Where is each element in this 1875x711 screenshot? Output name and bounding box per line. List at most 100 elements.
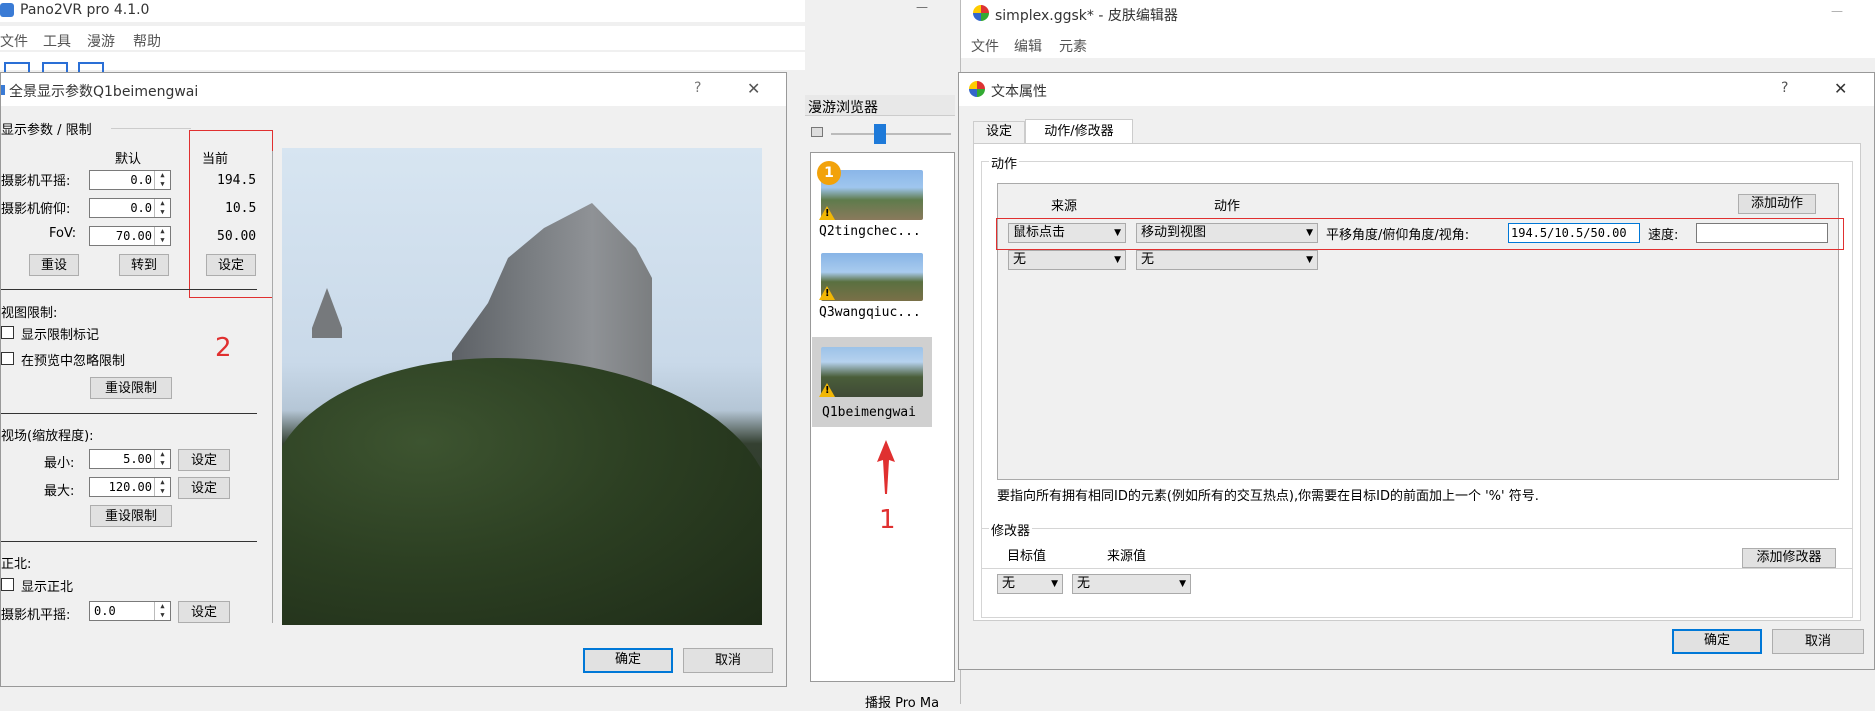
ignore-limit-preview-label: 在预览中忽略限制 — [21, 354, 126, 369]
close-icon[interactable]: ✕ — [1834, 79, 1847, 98]
max-fov-input[interactable]: 120.00 ▲ ▼ — [89, 477, 171, 497]
tour-browser-title: 漫游浏览器 — [808, 100, 878, 116]
show-north-label: 显示正北 — [21, 580, 74, 595]
panorama-thumbnail — [821, 347, 923, 397]
show-limit-marks-checkbox[interactable] — [1, 326, 14, 339]
minimize-icon[interactable]: — — [1831, 4, 1843, 18]
menu-file[interactable]: 文件 — [0, 31, 28, 51]
camera-tilt-default-input[interactable]: 0.0 ▲ ▼ — [89, 198, 171, 218]
col-source-value-label: 来源值 — [1107, 549, 1147, 564]
tab-action-modifier[interactable]: 动作/修改器 — [1025, 119, 1133, 144]
spin-arrows-icon[interactable]: ▲ ▼ — [154, 199, 170, 217]
dropdown-arrow-icon: ▼ — [1179, 579, 1186, 589]
skin-editor-icon — [969, 81, 985, 97]
skin-editor-icon — [973, 5, 989, 21]
spin-arrows-icon[interactable]: ▲ ▼ — [154, 227, 170, 245]
menu-element[interactable]: 元素 — [1059, 36, 1087, 56]
annotation-box — [996, 218, 1844, 250]
source-select[interactable]: 无 ▼ — [1008, 250, 1126, 270]
menu-edit[interactable]: 编辑 — [1014, 36, 1042, 56]
modifier-source-select[interactable]: 无 ▼ — [1072, 574, 1191, 594]
tab-action-modifier-label: 动作/修改器 — [1044, 124, 1114, 139]
set-min-button[interactable]: 设定 — [178, 449, 230, 471]
tower-image — [312, 288, 342, 338]
text-properties-dialog: 文本属性 ? ✕ 设定 动作/修改器 动作 来源 动作 添加动作 鼠标点击 ▼ 移… — [958, 72, 1875, 670]
slider-handle[interactable] — [874, 124, 886, 144]
set-north-button[interactable]: 设定 — [178, 601, 230, 623]
tour-browser-header: 漫游浏览器 — [805, 95, 955, 116]
min-fov-input[interactable]: 5.00 ▲ ▼ — [89, 449, 171, 469]
goto-button[interactable]: 转到 — [119, 254, 169, 276]
modifier-target-select[interactable]: 无 ▼ — [997, 574, 1063, 594]
add-action-button[interactable]: 添加动作 — [1738, 194, 1816, 214]
thumbnail-label: Q1beimengwai — [822, 405, 916, 420]
col-target-label: 目标值 — [1007, 549, 1047, 564]
help-icon[interactable]: ? — [694, 80, 701, 96]
menu-tour[interactable]: 漫游 — [87, 31, 115, 51]
dialog-title: 全景显示参数Q1beimengwai — [9, 84, 199, 100]
fov-default-input[interactable]: 70.00 ▲ ▼ — [89, 226, 171, 246]
camera-pan-default-input[interactable]: 0.0 ▲ ▼ — [89, 170, 171, 190]
annotation-number: 2 — [215, 333, 232, 363]
ok-button[interactable]: 确定 — [583, 648, 673, 673]
camera-pan-label: 摄影机平摇: — [1, 174, 71, 189]
spin-arrows-icon[interactable]: ▲ ▼ — [154, 450, 170, 468]
spin-arrows-icon[interactable]: ▲ ▼ — [154, 171, 170, 189]
reset-fov-limit-button[interactable]: 重设限制 — [90, 505, 172, 527]
tree-canopy-image — [282, 358, 762, 625]
dialog-titlebar: 全景显示参数Q1beimengwai ? ✕ — [1, 73, 786, 106]
count-badge: 1 — [817, 161, 841, 185]
status-text: 播报 Pro Ma — [865, 696, 940, 711]
dropdown-arrow-icon: ▼ — [1051, 579, 1058, 589]
minimize-icon[interactable]: — — [916, 0, 928, 14]
reset-limit-button[interactable]: 重设限制 — [90, 377, 172, 399]
main-titlebar: Pano2VR pro 4.1.0 — — [0, 0, 928, 22]
menu-tools[interactable]: 工具 — [43, 31, 71, 51]
zoom-slider[interactable] — [811, 124, 951, 144]
list-item[interactable]: Q3wangqiuc... — [811, 248, 931, 333]
slider-track — [831, 133, 951, 135]
dialog-title: 文本属性 — [991, 84, 1047, 100]
list-item[interactable]: 1 Q2tingchec... — [811, 158, 931, 243]
north-title: 正北: — [1, 557, 32, 572]
tab-settings[interactable]: 设定 — [973, 121, 1025, 143]
tour-browser-panel: 漫游浏览器 1 Q2tingchec... Q3wangqiuc... Q1be… — [805, 95, 955, 711]
menu-file[interactable]: 文件 — [971, 36, 999, 56]
main-menubar: 文件 工具 漫游 帮助 — [0, 26, 805, 50]
action-select[interactable]: 无 ▼ — [1136, 250, 1318, 270]
add-modifier-button[interactable]: 添加修改器 — [1742, 548, 1836, 568]
ok-button[interactable]: 确定 — [1672, 629, 1762, 654]
divider — [1, 413, 257, 414]
zoom-out-icon[interactable] — [811, 127, 823, 137]
ignore-limit-preview-checkbox[interactable] — [1, 352, 14, 365]
thumbnail-list: 1 Q2tingchec... Q3wangqiuc... Q1beimengw… — [810, 152, 955, 682]
cancel-button[interactable]: 取消 — [1772, 629, 1864, 654]
north-pan-input[interactable]: 0.0 ▲ ▼ — [89, 601, 171, 621]
warning-icon — [819, 383, 835, 397]
divider — [1, 289, 257, 290]
view-limit-title: 视图限制: — [1, 306, 58, 321]
fov-zoom-title: 视场(缩放程度): — [1, 429, 94, 444]
action-group-title: 动作 — [989, 153, 1020, 172]
show-north-checkbox[interactable] — [1, 578, 14, 591]
dropdown-arrow-icon: ▼ — [1114, 255, 1121, 265]
main-toolbar — [0, 52, 805, 76]
help-icon[interactable]: ? — [1781, 80, 1788, 96]
spin-arrows-icon[interactable]: ▲ ▼ — [154, 478, 170, 496]
annotation-box — [189, 130, 273, 298]
menu-help[interactable]: 帮助 — [133, 31, 161, 51]
skin-editor-title: simplex.ggsk* - 皮肤编辑器 — [995, 8, 1178, 24]
col-default-label: 默认 — [115, 152, 142, 167]
cancel-button[interactable]: 取消 — [683, 648, 773, 673]
thumbnail-label: Q3wangqiuc... — [819, 305, 921, 320]
panorama-preview[interactable] — [282, 148, 762, 625]
hint-text: 要指向所有拥有相同ID的元素(例如所有的交互热点),你需要在目标ID的前面加上一… — [997, 489, 1539, 504]
show-limit-marks-label: 显示限制标记 — [21, 328, 100, 343]
set-max-button[interactable]: 设定 — [178, 477, 230, 499]
close-icon[interactable]: ✕ — [747, 79, 760, 98]
reset-button[interactable]: 重设 — [29, 254, 79, 276]
list-item[interactable]: Q1beimengwai — [812, 337, 932, 427]
spin-arrows-icon[interactable]: ▲ ▼ — [154, 602, 170, 620]
section-display-title: 显示参数 / 限制 — [1, 123, 92, 138]
north-pan-label: 摄影机平摇: — [1, 608, 71, 623]
